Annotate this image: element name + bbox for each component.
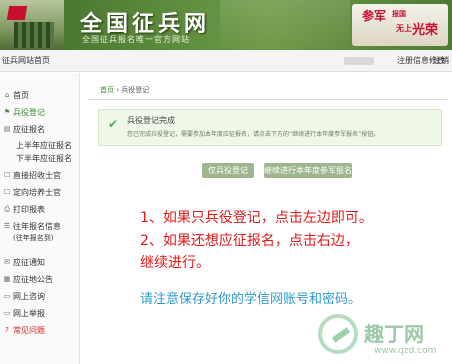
- sidebar-item-label: 应征通知: [13, 258, 45, 267]
- sidebar-item-label: 应征报名: [13, 125, 45, 134]
- instruction-line-1: 1、如果只兵役登记，点击左边即可。: [140, 210, 373, 226]
- sidebar-item-online-report[interactable]: ▭ 网上举报: [0, 308, 80, 321]
- sidebar-item-label: 网上咨询: [13, 292, 45, 301]
- site-subtitle: 全国征兵报名唯一官方网站: [82, 35, 190, 44]
- top-bar: 征兵网站首页 注册信息修改 注销: [0, 50, 452, 72]
- continue-enlist-button[interactable]: 继续进行本年度参军报名: [264, 163, 352, 178]
- breadcrumb-separator: ›: [116, 86, 120, 94]
- list-icon: ☰: [3, 222, 11, 230]
- success-alert: ✔ 兵役登记完成 您已完成兵役登记，需要参加本年度应征报名，请点击下方的“继续进…: [98, 109, 442, 146]
- chat-icon: ▭: [3, 292, 11, 300]
- sidebar-item-print-form[interactable]: ⎙ 打印报表: [0, 204, 80, 217]
- watermark-url: www.qzd.com: [374, 346, 437, 356]
- sidebar-item-label: 定向培养士官: [13, 188, 61, 197]
- sidebar-item-label: 应征地公告: [13, 275, 53, 284]
- bulletin-icon: ▦: [3, 275, 11, 283]
- great-wall-image: [220, 0, 350, 50]
- sidebar-item-label: 兵役登记: [13, 108, 45, 117]
- report-icon: ▭: [3, 309, 11, 317]
- sidebar-item-label: 网上举报: [13, 309, 45, 318]
- sidebar-item-notice[interactable]: ✉ 应征通知: [0, 257, 80, 270]
- mail-icon: ✉: [4, 258, 10, 266]
- alert-title: 兵役登记完成: [127, 116, 175, 125]
- military-registration-only-button[interactable]: 仅兵役登记: [202, 163, 254, 178]
- sidebar-item-military-registration[interactable]: ⚑ 兵役登记: [0, 107, 80, 120]
- sidebar-item-online-consult[interactable]: ▭ 网上咨询: [0, 291, 80, 304]
- person-icon: ☐: [3, 171, 11, 179]
- instruction-line-4: 请注意保存好你的学信网账号和密码。: [140, 292, 362, 307]
- watermark-logo-icon: [318, 314, 358, 354]
- content-divider: [88, 99, 448, 100]
- logout-link[interactable]: 注销: [433, 55, 449, 66]
- site-watermark: 趣丁网 www.qzd.com: [318, 314, 450, 362]
- instruction-line-3: 继续进行。: [140, 255, 210, 271]
- slogan-part-1: 参军: [362, 9, 387, 23]
- sidebar-subitem-second-half[interactable]: 下半年应征报名: [16, 153, 72, 164]
- check-icon: ✔: [108, 117, 119, 131]
- person-icon: ☐: [3, 188, 11, 196]
- sidebar-item-announcement[interactable]: ▦ 应征地公告: [0, 274, 80, 287]
- header-soldiers-image: [0, 0, 64, 50]
- sidebar-item-direct-recruit[interactable]: ☐ 直接招收士官: [0, 170, 80, 183]
- flag-icon: ⚑: [3, 108, 11, 116]
- sidebar-item-label: 直接招收士官: [13, 171, 61, 180]
- sidebar: ⌂ 首页 ⚑ 兵役登记 ▤ 应征报名 上半年应征报名 下半年应征报名 ☐ 直接招…: [0, 73, 80, 364]
- sidebar-past-info-note: (往年报名到): [13, 234, 54, 242]
- site-header: 全国征兵网 全国征兵报名唯一官方网站 参军 报国 无上 光荣: [0, 0, 452, 50]
- breadcrumb: 首页 › 兵役登记: [100, 85, 149, 95]
- username-redacted: [344, 57, 374, 65]
- watermark-text: 趣丁网: [364, 322, 424, 346]
- sidebar-item-orientation-recruit[interactable]: ☐ 定向培养士官: [0, 187, 80, 200]
- sidebar-item-label: 常见问题: [13, 326, 45, 335]
- site-home-link[interactable]: 征兵网站首页: [2, 55, 50, 66]
- sidebar-item-label: 往年报名信息: [13, 222, 61, 231]
- breadcrumb-home-link[interactable]: 首页: [100, 86, 114, 94]
- slogan-part-2: 报国: [392, 10, 406, 18]
- sidebar-item-label: 首页: [13, 91, 29, 100]
- question-icon: ?: [5, 326, 9, 334]
- sidebar-item-faq[interactable]: ? 常见问题: [0, 325, 80, 338]
- slogan-part-3: 无上: [396, 24, 412, 33]
- doc-icon: ▤: [3, 125, 11, 133]
- alert-message: 您已完成兵役登记，需要参加本年度应征报名，请点击下方的“继续进行本年度参军报名”…: [127, 131, 380, 138]
- breadcrumb-current: 兵役登记: [121, 86, 150, 94]
- sidebar-item-label: 打印报表: [13, 205, 45, 214]
- slogan-part-4: 光荣: [412, 23, 439, 38]
- instruction-line-2: 2、如果还想应征报名，点击右边，: [140, 233, 359, 249]
- sidebar-item-home[interactable]: ⌂ 首页: [0, 90, 80, 103]
- home-icon: ⌂: [4, 91, 10, 99]
- sidebar-item-enlist-application[interactable]: ▤ 应征报名: [0, 124, 80, 137]
- printer-icon: ⎙: [4, 205, 10, 213]
- sidebar-subitem-first-half[interactable]: 上半年应征报名: [16, 140, 72, 151]
